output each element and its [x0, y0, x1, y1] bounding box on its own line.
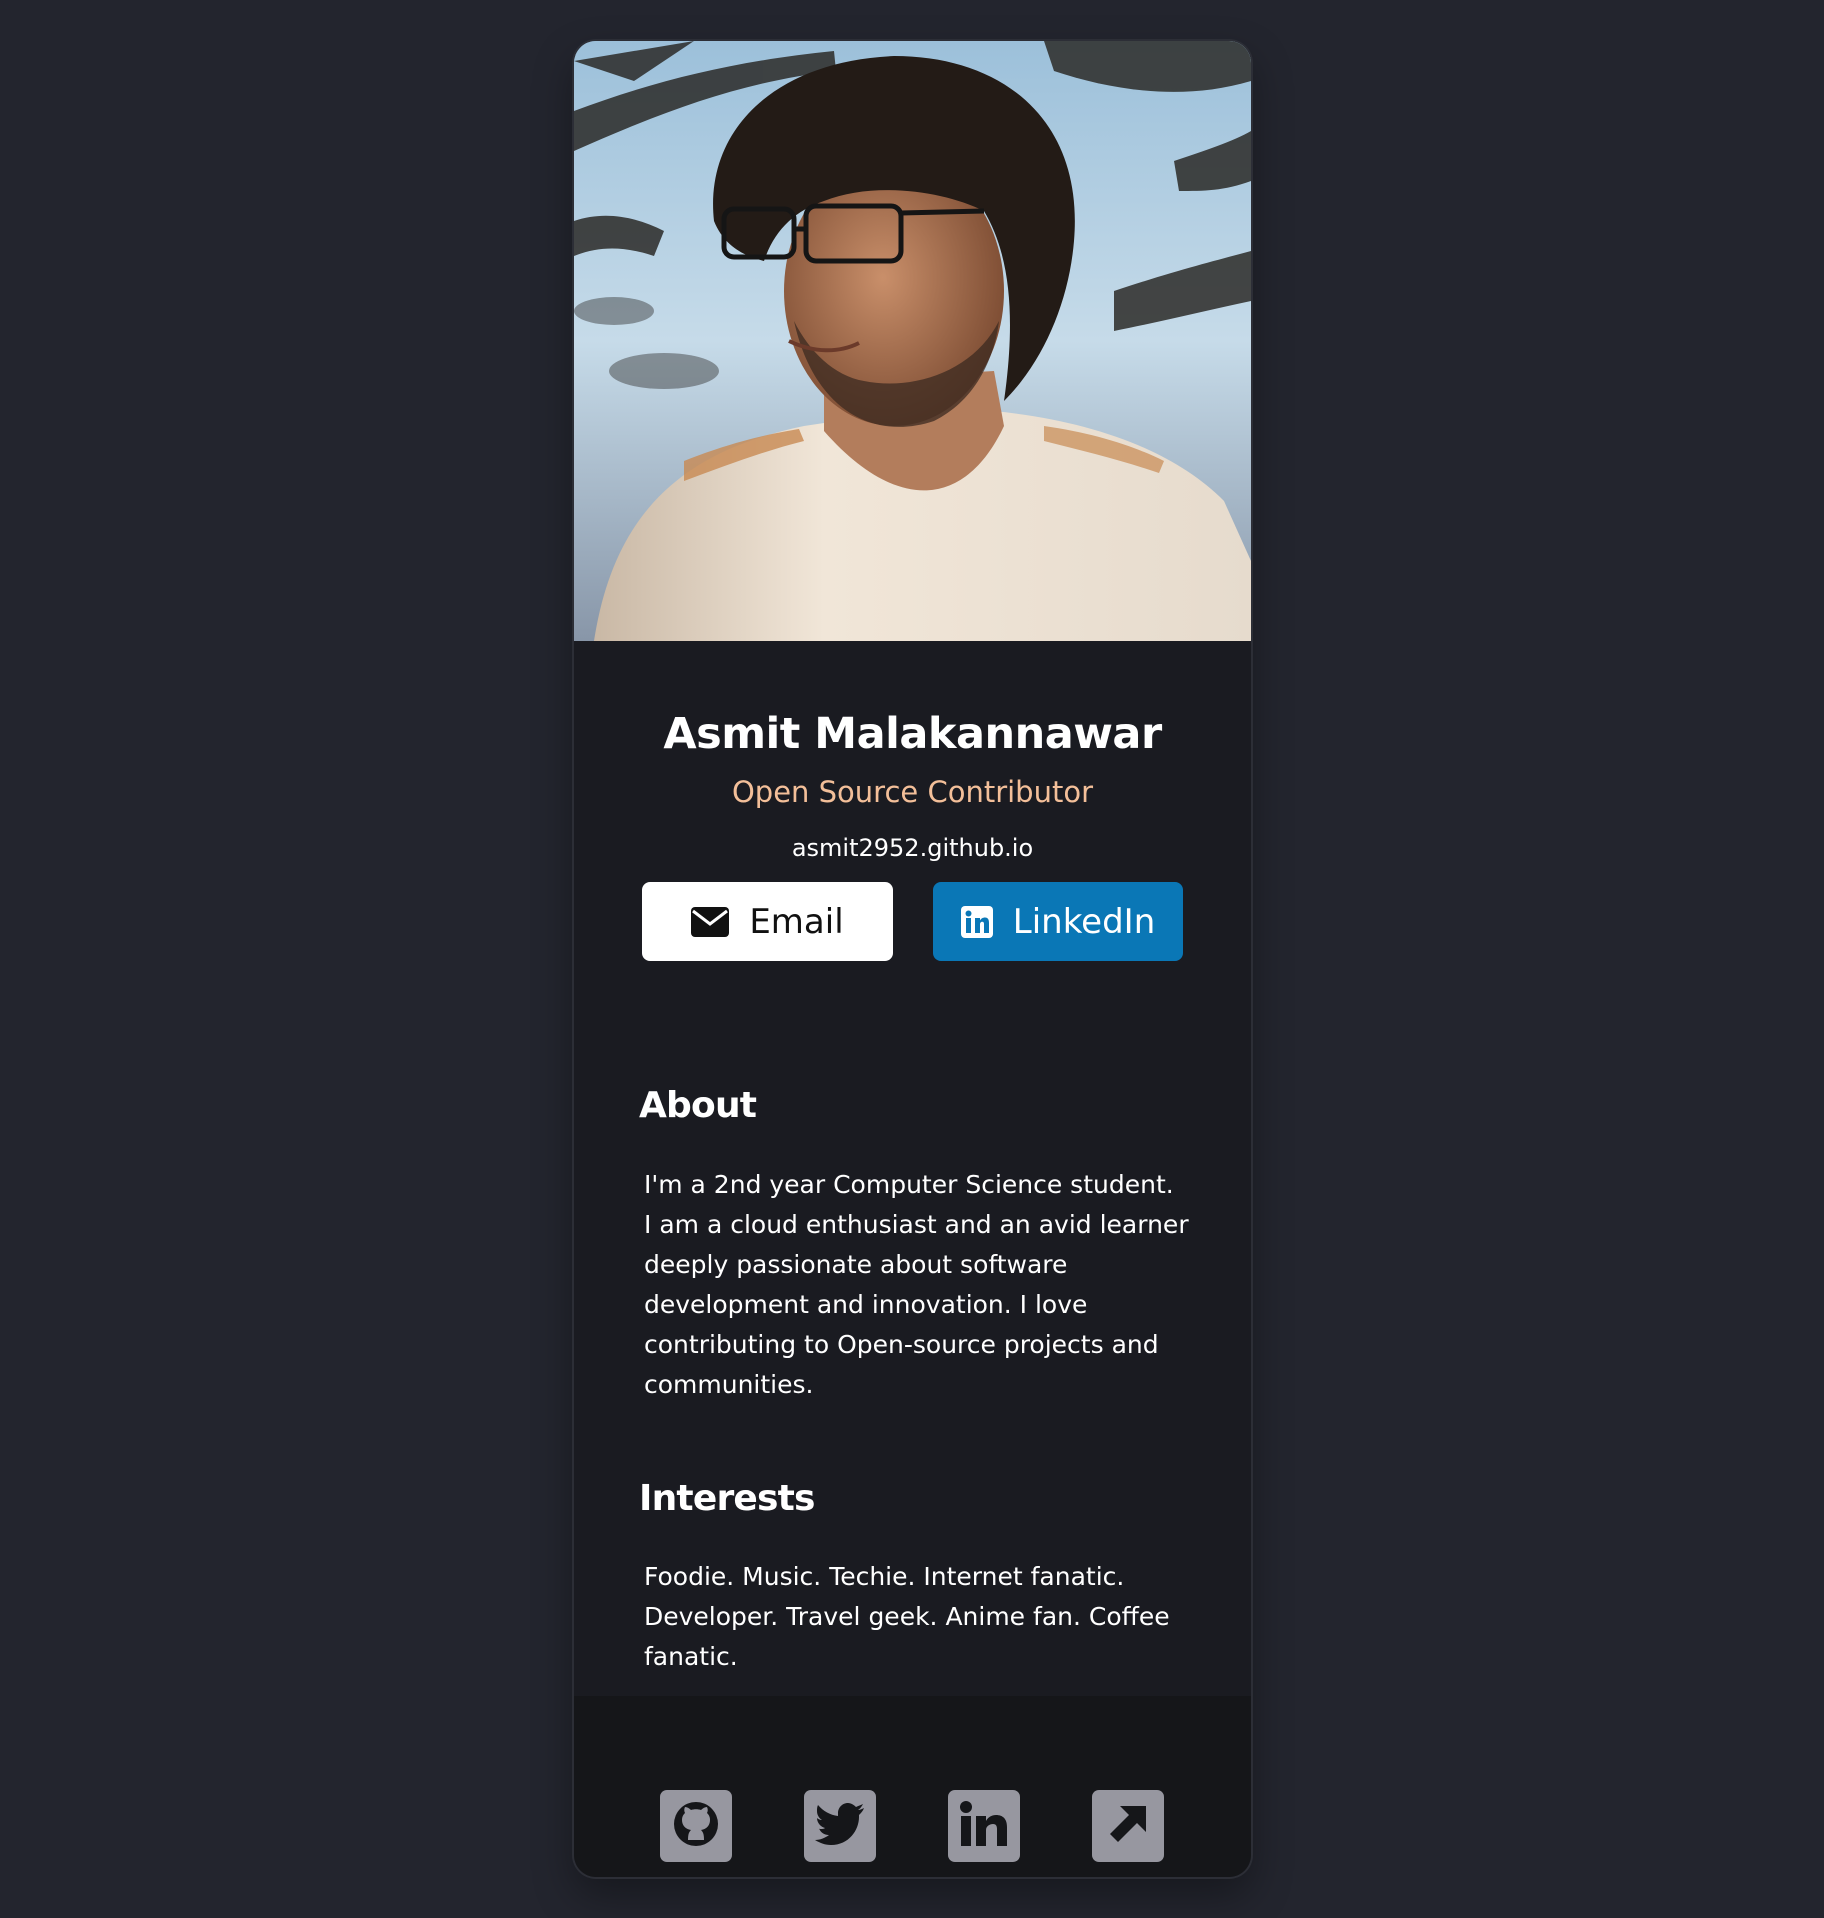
- envelope-icon: [691, 906, 730, 937]
- github-icon: [670, 1798, 722, 1854]
- about-text: I'm a 2nd year Computer Science student.…: [644, 1170, 1189, 1399]
- profile-card: Asmit Malakannawar Open Source Contribut…: [574, 41, 1251, 1877]
- profile-role: Open Source Contributor: [731, 775, 1094, 809]
- twitter-icon: [815, 1803, 865, 1849]
- interests-text: Foodie. Music. Techie. Internet fanatic.…: [644, 1562, 1170, 1671]
- github-link[interactable]: [660, 1790, 732, 1862]
- linkedin-icon: [959, 1800, 1009, 1852]
- email-button[interactable]: Email: [642, 882, 893, 961]
- external-link-icon: [1106, 1802, 1150, 1850]
- profile-website[interactable]: asmit2952.github.io: [574, 834, 1251, 862]
- linkedin-button-label: LinkedIn: [1012, 901, 1156, 942]
- twitter-link[interactable]: [804, 1790, 876, 1862]
- profile-name: Asmit Malakannawar: [663, 709, 1162, 759]
- linkedin-icon: [960, 905, 993, 938]
- social-footer: [574, 1696, 1251, 1877]
- linkedin-footer-link[interactable]: [948, 1790, 1020, 1862]
- about-heading: About: [639, 1085, 757, 1126]
- email-button-label: Email: [749, 901, 844, 942]
- profile-photo: [574, 41, 1251, 641]
- website-link[interactable]: [1092, 1790, 1164, 1862]
- linkedin-button[interactable]: LinkedIn: [933, 882, 1183, 961]
- interests-heading: Interests: [639, 1478, 815, 1519]
